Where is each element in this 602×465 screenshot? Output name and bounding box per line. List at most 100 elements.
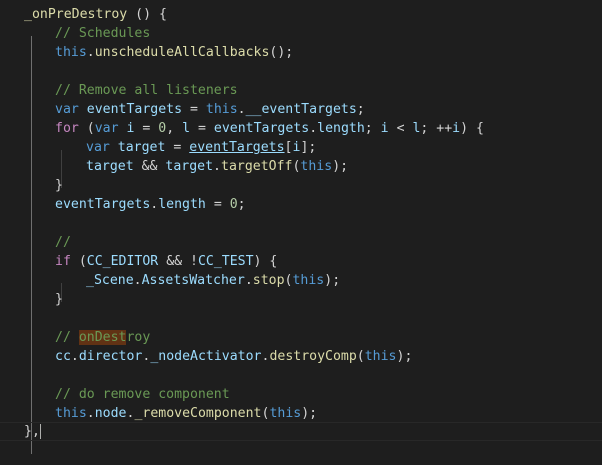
code-token: . [86, 45, 95, 60]
code-line[interactable]: } [24, 176, 63, 195]
code-token: roy [126, 330, 151, 345]
code-token: this [300, 159, 333, 174]
code-line[interactable]: // [24, 233, 71, 252]
code-token: i [380, 121, 389, 136]
code-line[interactable]: _Scene.AssetsWatcher.stop(this); [24, 271, 340, 290]
code-token: cc [55, 349, 71, 364]
code-line[interactable]: this.node._removeComponent(this); [24, 404, 317, 423]
code-token: < [388, 121, 413, 136]
code-line[interactable]: // do remove component [24, 385, 230, 404]
code-token: this [55, 406, 87, 421]
code-token: eventTargets [213, 121, 310, 136]
code-line[interactable]: } [24, 290, 63, 309]
code-token: l [182, 121, 191, 136]
code-line[interactable]: if (CC_EDITOR && !CC_TEST) { [24, 252, 277, 271]
code-token: 0 [229, 197, 238, 212]
code-token: var [94, 121, 119, 136]
code-token: ( [356, 349, 365, 364]
code-token: for [55, 121, 79, 136]
code-line[interactable]: // Remove all listeners [24, 81, 238, 100]
code-token: target [165, 159, 214, 174]
code-token: stop [252, 273, 285, 288]
code-token: destroyComp [269, 349, 357, 364]
code-token: // Schedules [55, 26, 151, 41]
code-token: = [190, 121, 214, 136]
code-token: eventTargets [86, 102, 183, 117]
code-token: = [134, 121, 159, 136]
code-line[interactable]: // Schedules [24, 24, 150, 43]
code-token: var [55, 102, 79, 117]
code-line[interactable]: cc.director._nodeActivator.destroyComp(t… [24, 347, 412, 366]
code-token: && ! [158, 254, 198, 269]
code-token: CC_TEST [197, 254, 254, 269]
code-token: && [133, 159, 166, 174]
code-line[interactable]: target && target.targetOff(this); [24, 157, 348, 176]
code-line[interactable]: for (var i = 0, l = eventTargets.length;… [24, 119, 484, 138]
code-token: node [94, 406, 127, 421]
code-token: // [55, 235, 71, 250]
code-token: = [182, 102, 206, 117]
code-token: __eventTargets [245, 102, 357, 117]
code-line[interactable]: var target = eventTargets[i]; [24, 138, 316, 157]
code-token: targetOff [221, 159, 293, 174]
code-token: _removeComponent [134, 406, 262, 421]
code-line[interactable]: // onDestroy [24, 328, 150, 347]
code-token: ); [396, 349, 413, 364]
code-token: _nodeActivator [150, 349, 262, 364]
code-token: // do remove component [55, 387, 230, 402]
code-token: director [78, 349, 143, 364]
code-token: CC_EDITOR [86, 254, 159, 269]
code-token: ); [332, 159, 349, 174]
code-token: this [364, 349, 397, 364]
code-token: this [292, 273, 325, 288]
code-token: this [269, 406, 302, 421]
code-line[interactable]: }, [0, 422, 602, 441]
code-token: ; ++ [420, 121, 453, 136]
code-token: . [213, 159, 221, 174]
code-line[interactable]: _onPreDestroy () { [24, 5, 167, 24]
code-token: . [244, 273, 253, 288]
code-token: } [55, 292, 63, 307]
code-token: }, [24, 424, 40, 439]
code-token: . [86, 406, 95, 421]
code-token: eventTargets [189, 140, 285, 155]
code-token: target [86, 159, 134, 174]
code-token: if [55, 254, 71, 269]
text-cursor [39, 423, 41, 439]
code-token: _Scene [86, 273, 134, 288]
code-token: ]; [300, 140, 317, 155]
code-token: ) { [253, 254, 278, 269]
code-token: ; [364, 121, 381, 136]
code-token: ) { [460, 121, 484, 136]
code-token: ; [237, 197, 246, 212]
code-token: // [55, 330, 79, 345]
code-token: unscheduleAllCallbacks [94, 45, 270, 60]
code-token: var [86, 140, 110, 155]
code-token: ( [78, 121, 95, 136]
code-line[interactable]: this.unscheduleAllCallbacks(); [24, 43, 293, 62]
code-token: . [133, 273, 142, 288]
code-token: ; [309, 406, 318, 421]
code-token: length [317, 121, 365, 136]
code-token: eventTargets [55, 197, 151, 212]
code-editor[interactable]: _onPreDestroy () {// Schedules this.unsch… [0, 0, 602, 465]
code-token: , [166, 121, 183, 136]
code-token: // Remove all listeners [55, 83, 238, 98]
code-token: . [237, 102, 246, 117]
code-line[interactable]: eventTargets.length = 0; [24, 195, 246, 214]
code-token: i [452, 121, 461, 136]
code-token: } [55, 178, 63, 193]
code-token: (); [269, 45, 294, 60]
code-token: length [158, 197, 206, 212]
code-token: ) [301, 406, 310, 421]
code-token: . [309, 121, 318, 136]
code-line[interactable]: var eventTargets = this.__eventTargets; [24, 100, 365, 119]
code-token: = [165, 140, 190, 155]
code-token: target [117, 140, 166, 155]
code-token: this [205, 102, 238, 117]
code-token: ; [356, 102, 365, 117]
code-token: onDest [78, 330, 127, 345]
code-token: _onPreDestroy [24, 7, 128, 22]
